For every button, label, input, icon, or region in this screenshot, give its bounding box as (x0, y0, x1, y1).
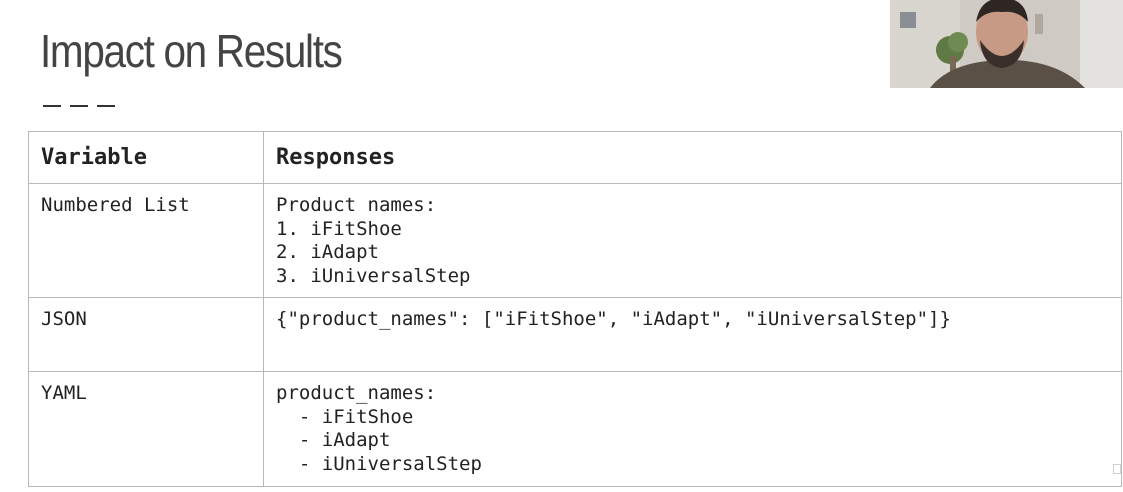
response-cell: {"product_names": ["iFitShoe", "iAdapt",… (263, 297, 1122, 372)
table-row: JSON {"product_names": ["iFitShoe", "iAd… (28, 297, 1122, 372)
header-variable: Variable (28, 131, 264, 184)
response-line: 1. iFitShoe (276, 217, 402, 240)
variable-cell: JSON (28, 297, 264, 372)
response-line: Product names: (276, 194, 437, 216)
slide: Impact on Results Variable Responses Num… (0, 0, 1123, 492)
table-row: YAML product_names: - iFitShoe - iAdapt … (28, 371, 1122, 487)
presenter-video-image (890, 0, 1123, 88)
webcam-video-overlay (890, 0, 1123, 88)
response-line: - iFitShoe (276, 405, 414, 428)
title-underline (43, 105, 118, 107)
variable-cell: YAML (28, 371, 264, 487)
response-line: product_names: (276, 382, 437, 404)
response-line: - iAdapt (276, 429, 391, 451)
variable-cell: Numbered List (28, 183, 264, 298)
results-table: Variable Responses Numbered List Product… (28, 131, 1122, 487)
page-corner-icon (1113, 464, 1121, 474)
table-row: Numbered List Product names: 1. iFitShoe… (28, 183, 1122, 298)
response-line: 2. iAdapt (276, 241, 379, 263)
response-line: {"product_names": ["iFitShoe", "iAdapt",… (276, 308, 951, 330)
response-line: 3. iUniversalStep (276, 264, 471, 287)
header-responses: Responses (263, 131, 1122, 184)
response-cell: Product names: 1. iFitShoe 2. iAdapt 3. … (263, 183, 1122, 298)
slide-title: Impact on Results (40, 25, 343, 77)
response-cell: product_names: - iFitShoe - iAdapt - iUn… (263, 371, 1122, 487)
table-header-row: Variable Responses (28, 131, 1122, 184)
response-line: - iUniversalStep (276, 452, 482, 475)
